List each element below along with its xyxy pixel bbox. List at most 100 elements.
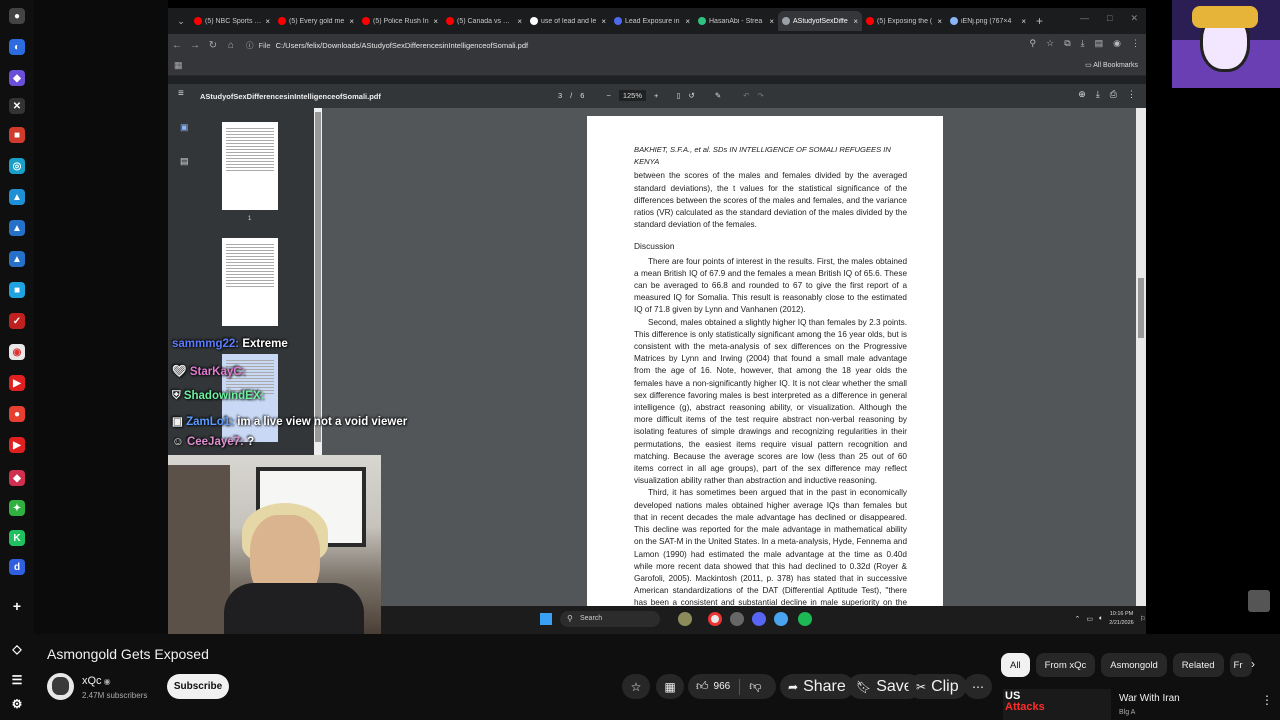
channel-name[interactable]: xQc ◉ [82, 675, 111, 687]
browser-tab[interactable]: (5) Exposing the (× [862, 11, 946, 31]
tray-arrow-icon[interactable]: ⌃ [1075, 615, 1081, 623]
dislike-icon[interactable]: 👎︎ [749, 679, 761, 694]
windows-start-icon[interactable] [540, 613, 552, 625]
address-bar[interactable]: ⓘ File C:/Users/felix/Downloads/AStudyof… [246, 40, 528, 51]
pen-icon[interactable]: ✓ [9, 313, 25, 329]
rec-thumbnail[interactable]: US Attacks [1003, 689, 1111, 720]
taskbar-app-icon[interactable] [678, 612, 692, 626]
new-tab-button[interactable]: + [1030, 14, 1049, 28]
twitch-icon[interactable]: ◆ [9, 70, 25, 86]
zoom-in-icon[interactable]: + [654, 91, 658, 100]
redo-icon[interactable]: ↷ [757, 91, 763, 100]
nav-icon-3[interactable]: ▲ [9, 251, 25, 267]
tab-close-icon[interactable]: × [853, 17, 858, 26]
bookmark-star-icon[interactable]: ☆ [1046, 38, 1054, 49]
browser-tab[interactable]: (5) Canada vs Gre × [442, 11, 526, 31]
all-bookmarks[interactable]: ▭ All Bookmarks [1085, 61, 1138, 69]
outline-icon[interactable]: ▤ [180, 156, 189, 167]
globe-icon[interactable]: ◎ [9, 158, 25, 174]
settings-icon[interactable]: ◇ [9, 641, 25, 657]
youtube-icon-2[interactable]: ▶ [9, 437, 25, 453]
print-icon[interactable]: ⎙ [1110, 89, 1117, 100]
volume-icon[interactable]: 🔈︎ [1099, 615, 1103, 623]
recommended-video[interactable]: US Attacks War With Iran Blg A ⋮ [1003, 689, 1273, 720]
maximize-icon[interactable]: □ [1107, 13, 1112, 24]
extensions-icon[interactable]: ⧉ [1064, 38, 1070, 49]
browser-tab[interactable]: (5) Every gold me × [274, 11, 358, 31]
tab-close-icon[interactable]: × [685, 17, 690, 26]
annotate-icon[interactable]: ✎ [715, 91, 721, 100]
chip-asmongold[interactable]: Asmongold [1101, 653, 1167, 677]
tab-close-icon[interactable]: × [517, 17, 522, 26]
chip-from-xqc[interactable]: From xQc [1035, 653, 1096, 677]
rec-more-icon[interactable]: ⋮ [1261, 693, 1273, 707]
apps-icon[interactable]: ▦ [174, 60, 183, 71]
tab-close-icon[interactable]: × [601, 17, 606, 26]
download-icon[interactable]: ⤓ [1081, 38, 1085, 49]
app-icon-blue[interactable]: ■ [9, 282, 25, 298]
info-icon[interactable]: ⓘ [246, 40, 254, 51]
spotify-taskbar-icon[interactable] [798, 612, 812, 626]
gear-icon[interactable]: ⚙ [9, 696, 25, 712]
tab-close-icon[interactable]: × [349, 17, 354, 26]
sidebar-icon[interactable]: ▤ [1095, 38, 1104, 49]
app-taskbar-icon[interactable] [774, 612, 788, 626]
discord-taskbar-icon[interactable] [752, 612, 766, 626]
nav-icon-2[interactable]: ▲ [9, 220, 25, 236]
forward-icon[interactable]: → [186, 40, 204, 51]
chrome-taskbar-icon[interactable] [708, 612, 722, 626]
add-icon[interactable]: + [9, 598, 25, 614]
browser-tab[interactable]: Lead Exposure in × [610, 11, 694, 31]
reload-icon[interactable]: ↻ [204, 40, 222, 51]
undo-icon[interactable]: ↶ [743, 91, 749, 100]
d-icon[interactable]: d [9, 559, 25, 575]
profile-icon[interactable]: ◉ [1113, 38, 1121, 49]
menu-icon[interactable]: ⋮ [1131, 38, 1140, 49]
browser-tab[interactable]: (5) Police Rush In × [358, 11, 442, 31]
back-icon[interactable]: ← [168, 40, 186, 51]
share-button[interactable]: ➦ Share [780, 674, 854, 699]
network-icon[interactable]: ▭ [1086, 615, 1093, 623]
tab-close-icon[interactable]: × [433, 17, 438, 26]
pdf-menu-icon[interactable]: ≡ [178, 88, 184, 99]
zoom-out-icon[interactable]: − [606, 91, 610, 100]
taskbar-search[interactable]: ⚲ Search [560, 611, 660, 627]
minimize-icon[interactable]: — [1080, 13, 1089, 24]
subscribe-button[interactable]: Subscribe [167, 674, 229, 699]
chip-related[interactable]: Related [1172, 653, 1224, 677]
page-thumbnail-2[interactable] [222, 238, 278, 326]
tab-close-icon[interactable]: × [937, 17, 942, 26]
grid-button[interactable]: ▦ [656, 674, 684, 699]
more-icon[interactable]: ⋮ [1127, 89, 1136, 100]
chrome-icon[interactable]: ◉ [9, 344, 25, 360]
clock[interactable]: 10:16 PM 2/21/2026 [1109, 610, 1133, 628]
fit-page-icon[interactable]: ▯ [676, 91, 680, 100]
notification-bell-icon[interactable]: ⚐ [1140, 615, 1146, 623]
home-icon[interactable]: ⌂ [222, 40, 240, 51]
page-number-input[interactable]: 3 [558, 91, 562, 100]
chip-all[interactable]: All [1001, 653, 1030, 677]
game-icon[interactable]: ✦ [9, 500, 25, 516]
github-icon[interactable]: ● [9, 8, 25, 24]
page-thumbnail-1[interactable] [222, 122, 278, 210]
channel-avatar[interactable] [47, 673, 74, 700]
zoom-icon[interactable]: ⚲ [1030, 38, 1037, 49]
chevron-right-icon[interactable]: › [1244, 657, 1262, 675]
rotate-icon[interactable]: ↺ [689, 91, 695, 100]
x-icon[interactable]: ✕ [9, 98, 25, 114]
more-actions-button[interactable]: ⋯ [964, 674, 992, 699]
tab-close-icon[interactable]: × [265, 17, 270, 26]
thumbnails-icon[interactable]: ▣ [180, 122, 189, 133]
app-icon-pink[interactable]: ◆ [9, 470, 25, 486]
pdf-scrollbar[interactable] [1136, 108, 1146, 606]
tab-close-icon[interactable]: × [1021, 17, 1026, 26]
youtube-icon[interactable]: ▶ [9, 375, 25, 391]
star-button[interactable]: ☆ [622, 674, 650, 699]
tab-close-icon[interactable]: × [769, 17, 774, 26]
clip-button[interactable]: ✂ Clip [908, 674, 967, 699]
browser-tab[interactable]: (5) NBC Sports - Y × [190, 11, 274, 31]
save-pdf-icon[interactable]: ⊕ [1078, 89, 1086, 100]
tab-search-icon[interactable]: ⌄ [172, 12, 190, 30]
notification-icon[interactable]: ☰ [9, 672, 25, 688]
app-icon-red[interactable]: ■ [9, 127, 25, 143]
